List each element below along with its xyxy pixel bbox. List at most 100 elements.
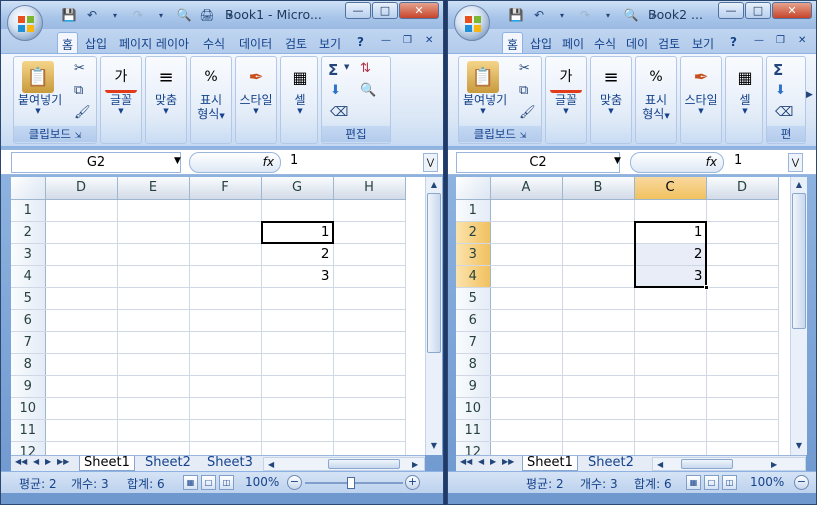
column-header[interactable]: B (562, 177, 635, 200)
cell[interactable] (261, 441, 334, 455)
next-sheet-icon[interactable]: ▶ (490, 457, 496, 466)
cell[interactable]: 3 (261, 265, 334, 288)
cell[interactable] (490, 397, 563, 420)
cell[interactable] (261, 375, 334, 398)
cell[interactable] (562, 265, 635, 288)
cell[interactable] (333, 375, 406, 398)
font-button[interactable]: 가 글꼴 ▼ (546, 59, 586, 123)
cell[interactable] (333, 199, 406, 222)
row-header[interactable]: 4 (11, 265, 46, 288)
cell[interactable] (562, 331, 635, 354)
copy-icon[interactable]: ⧉ (519, 83, 528, 98)
cell[interactable] (490, 243, 563, 266)
insert-function-button[interactable]: fx (630, 152, 724, 173)
row-header[interactable]: 5 (456, 287, 491, 310)
find-select-icon[interactable]: 🔍 (360, 83, 376, 98)
cell[interactable] (634, 419, 707, 442)
redo-icon[interactable]: ↷ (128, 6, 148, 24)
sort-filter-icon[interactable]: ⇅ (360, 61, 371, 76)
cell[interactable] (189, 287, 262, 310)
cell[interactable] (117, 199, 190, 222)
cell[interactable] (333, 419, 406, 442)
cell[interactable] (117, 353, 190, 376)
tab-view[interactable]: 보기 (315, 32, 345, 53)
ribbon-close-icon[interactable]: ✕ (421, 32, 437, 53)
cell[interactable] (562, 441, 635, 455)
number-format-button[interactable]: % 표시 형식▼ (636, 59, 676, 123)
cell[interactable] (562, 375, 635, 398)
clear-icon[interactable]: ⌫ (330, 105, 348, 120)
sheet-tab-1[interactable]: Sheet1 (522, 456, 578, 471)
cell[interactable] (562, 243, 635, 266)
column-header[interactable]: H (333, 177, 406, 200)
help-icon[interactable]: ? (726, 32, 741, 53)
redo-icon[interactable]: ↷ (575, 6, 595, 24)
tab-view[interactable]: 보기 (688, 32, 718, 53)
cell[interactable] (189, 441, 262, 455)
vertical-scrollbar[interactable]: ▲ ▼ (425, 177, 442, 455)
worksheet-grid[interactable]: D E F G H 1 21 32 43 5 6 7 8 9 10 11 12 (11, 177, 425, 455)
normal-view-icon[interactable]: ▦ (183, 475, 198, 490)
column-header[interactable]: D (706, 177, 779, 200)
vertical-scroll-thumb[interactable] (792, 193, 806, 329)
cell[interactable] (634, 331, 707, 354)
cell[interactable] (490, 375, 563, 398)
autosum-dropdown-icon[interactable]: ▼ (344, 63, 349, 71)
cell[interactable] (117, 419, 190, 442)
column-header[interactable]: E (117, 177, 190, 200)
row-header[interactable]: 8 (11, 353, 46, 376)
select-all-corner[interactable] (11, 177, 46, 200)
minimize-button[interactable]: — (718, 2, 744, 19)
cell[interactable] (45, 375, 118, 398)
worksheet-grid[interactable]: A B C D 1 21 32 43 5 6 7 8 9 10 11 12 (456, 177, 790, 455)
fill-handle[interactable] (704, 285, 709, 290)
format-painter-icon[interactable]: 🖌 (519, 105, 536, 120)
cell[interactable] (634, 353, 707, 376)
cell[interactable] (706, 441, 779, 455)
cell[interactable] (634, 287, 707, 310)
row-header[interactable]: 6 (11, 309, 46, 332)
cell[interactable] (189, 309, 262, 332)
tab-data[interactable]: 데이터 (235, 32, 276, 53)
styles-button[interactable]: ✒ 스타일 ▼ (236, 59, 276, 123)
name-box[interactable]: G2 (11, 152, 181, 173)
cell[interactable] (189, 353, 262, 376)
row-header[interactable]: 7 (456, 331, 491, 354)
close-button[interactable]: ✕ (399, 2, 439, 19)
font-button[interactable]: 가 글꼴 ▼ (101, 59, 141, 123)
cell[interactable] (706, 221, 779, 244)
cell[interactable] (634, 199, 707, 222)
tab-page-layout[interactable]: 페이지 레이아 (115, 32, 193, 53)
cell[interactable] (562, 353, 635, 376)
name-box-dropdown-icon[interactable]: ▼ (614, 156, 621, 166)
cell[interactable] (261, 287, 334, 310)
horizontal-scroll-thumb[interactable] (681, 459, 733, 469)
cell[interactable] (562, 397, 635, 420)
cell[interactable] (490, 353, 563, 376)
row-header[interactable]: 9 (11, 375, 46, 398)
title-bar[interactable]: 💾 ↶ ▾ ↷ ▾ 🔍 🖨 ▾ Book1 - Micro... — □ ✕ (1, 1, 443, 29)
cell[interactable] (490, 199, 563, 222)
cell[interactable] (189, 419, 262, 442)
zoom-out-icon[interactable]: − (794, 475, 809, 490)
tab-formulas[interactable]: 수식 (199, 32, 229, 53)
column-header[interactable]: F (189, 177, 262, 200)
cell[interactable] (261, 419, 334, 442)
zoom-slider-thumb[interactable] (347, 477, 355, 489)
print-preview-icon[interactable]: 🔍 (621, 6, 641, 24)
cell[interactable] (634, 441, 707, 455)
row-header[interactable]: 12 (11, 441, 46, 455)
cell[interactable] (45, 397, 118, 420)
cell[interactable] (490, 331, 563, 354)
cell[interactable] (562, 419, 635, 442)
select-all-corner[interactable] (456, 177, 491, 200)
page-layout-view-icon[interactable]: □ (704, 475, 719, 490)
next-sheet-icon[interactable]: ▶ (45, 457, 51, 466)
normal-view-icon[interactable]: ▦ (686, 475, 701, 490)
maximize-button[interactable]: □ (372, 2, 398, 19)
cell[interactable] (562, 221, 635, 244)
office-button[interactable] (454, 5, 490, 41)
prev-sheet-icon[interactable]: ◀ (478, 457, 484, 466)
cell[interactable]: 2 (634, 243, 707, 266)
expand-formula-bar-icon[interactable]: ⋁ (788, 153, 803, 172)
